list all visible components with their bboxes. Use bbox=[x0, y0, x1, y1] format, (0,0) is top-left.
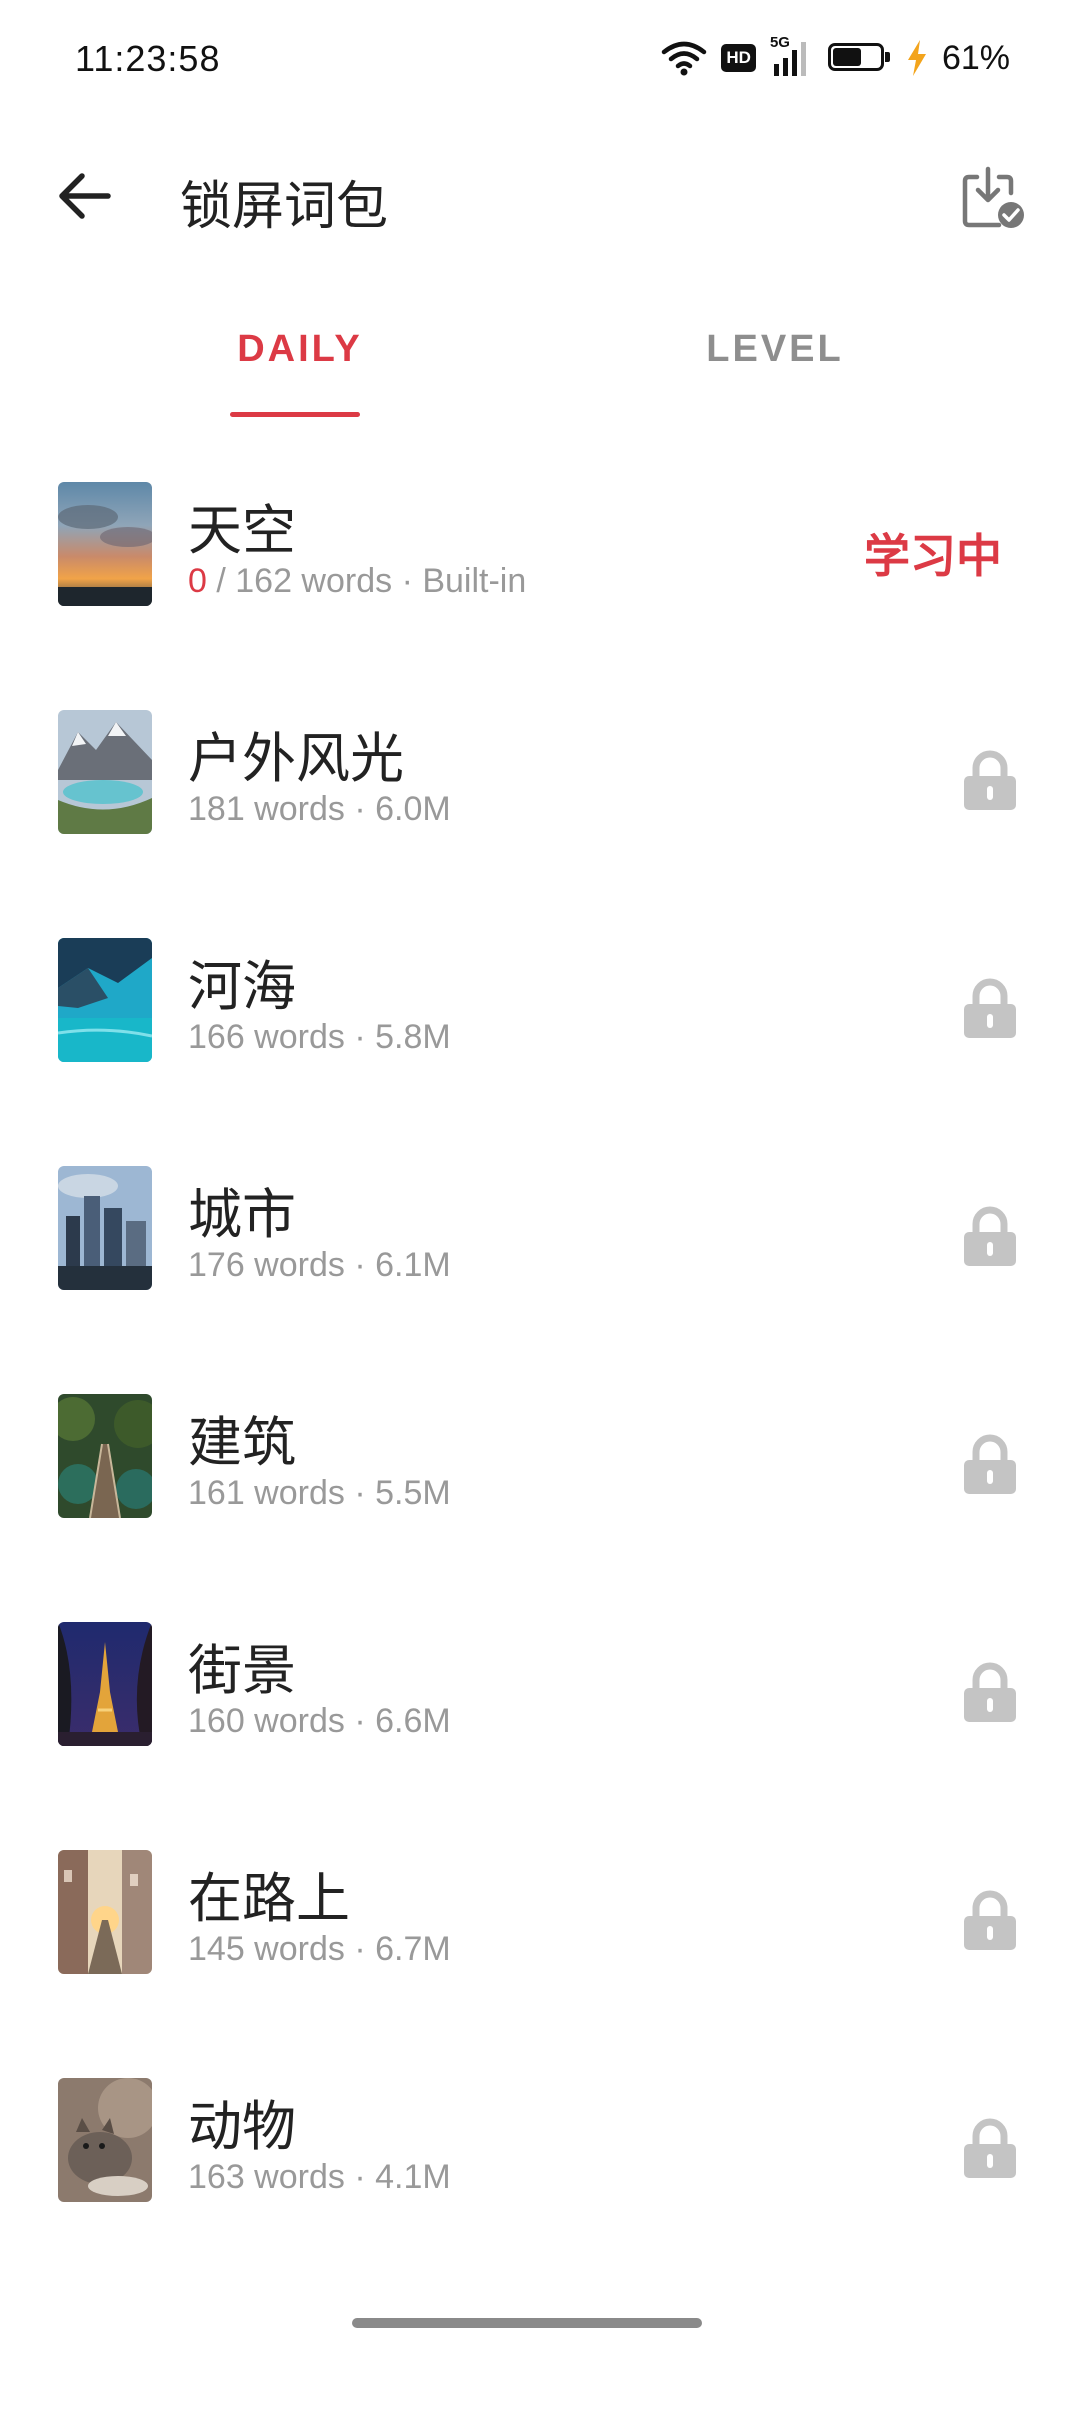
pack-thumbnail bbox=[58, 1166, 152, 1290]
pack-subtitle: 163 words · 4.1M bbox=[188, 2158, 451, 2196]
pack-title: 建筑 bbox=[188, 1411, 296, 1474]
lock-icon bbox=[964, 1662, 1016, 1722]
pack-subtitle: 0 / 162 words · Built-in bbox=[188, 562, 526, 601]
list-item-rivers-seas[interactable]: 河海 166 words · 5.8M bbox=[0, 912, 1080, 1140]
wifi-icon bbox=[662, 41, 707, 76]
hd-icon: HD bbox=[721, 44, 756, 72]
pack-title: 动物 bbox=[188, 2095, 296, 2158]
list-item-animals[interactable]: 动物 163 words · 4.1M bbox=[0, 2052, 1080, 2280]
learning-status: 学习中 bbox=[864, 529, 1002, 583]
list-item-street-view[interactable]: 街景 160 words · 6.6M bbox=[0, 1596, 1080, 1824]
status-bar: 11:23:58 HD 5G 61% bbox=[0, 0, 1080, 120]
status-time: 11:23:58 bbox=[75, 38, 221, 79]
list-item-outdoor[interactable]: 户外风光 181 words · 6.0M bbox=[0, 684, 1080, 912]
pack-thumbnail bbox=[58, 2078, 152, 2202]
battery-percent: 61% bbox=[941, 38, 1010, 77]
pack-thumbnail bbox=[58, 1622, 152, 1746]
pack-thumbnail bbox=[58, 1394, 152, 1518]
active-tab-indicator bbox=[230, 412, 360, 417]
status-icons: HD 5G 61% bbox=[661, 34, 1010, 80]
pack-title: 河海 bbox=[188, 955, 296, 1018]
charging-bolt-icon bbox=[907, 40, 926, 76]
app-header: 锁屏词包 bbox=[0, 140, 1080, 260]
list-item-architecture[interactable]: 建筑 161 words · 5.5M bbox=[0, 1368, 1080, 1596]
pack-title: 城市 bbox=[188, 1183, 296, 1246]
signal-5g-icon: 5G bbox=[770, 34, 814, 78]
pack-thumbnail bbox=[58, 710, 152, 834]
pack-title: 街景 bbox=[188, 1639, 296, 1702]
arrow-left-icon bbox=[59, 173, 111, 219]
download-check-icon bbox=[962, 166, 1024, 228]
pack-thumbnail bbox=[58, 1850, 152, 1974]
lock-icon bbox=[964, 2118, 1016, 2178]
pack-subtitle: 181 words · 6.0M bbox=[188, 790, 451, 828]
lock-icon bbox=[964, 750, 1016, 810]
list-item-sky[interactable]: 天空 0 / 162 words · Built-in 学习中 bbox=[0, 456, 1080, 684]
tab-bar: DAILY LEVEL bbox=[0, 300, 1080, 430]
list-item-on-the-road[interactable]: 在路上 145 words · 6.7M bbox=[0, 1824, 1080, 2052]
page-title: 锁屏词包 bbox=[180, 177, 389, 237]
lock-icon bbox=[964, 1206, 1016, 1266]
lock-icon bbox=[964, 978, 1016, 1038]
tab-level[interactable]: LEVEL bbox=[465, 328, 1080, 371]
pack-thumbnail bbox=[58, 482, 152, 606]
pack-subtitle-rest: / 162 words · Built-in bbox=[206, 562, 527, 600]
back-button[interactable] bbox=[48, 160, 120, 232]
pack-title: 天空 bbox=[188, 499, 296, 562]
downloaded-packs-button[interactable] bbox=[952, 158, 1032, 238]
pack-subtitle: 176 words · 6.1M bbox=[188, 1246, 451, 1284]
pack-subtitle: 160 words · 6.6M bbox=[188, 1702, 451, 1740]
pack-title: 户外风光 bbox=[188, 727, 404, 790]
list-item-city[interactable]: 城市 176 words · 6.1M bbox=[0, 1140, 1080, 1368]
pack-subtitle: 166 words · 5.8M bbox=[188, 1018, 451, 1056]
battery-icon bbox=[827, 43, 892, 73]
pack-subtitle: 145 words · 6.7M bbox=[188, 1930, 451, 1968]
pack-thumbnail bbox=[58, 938, 152, 1062]
learned-count: 0 bbox=[188, 562, 207, 600]
home-indicator[interactable] bbox=[352, 2318, 702, 2328]
pack-title: 在路上 bbox=[188, 1867, 350, 1930]
pack-subtitle: 161 words · 5.5M bbox=[188, 1474, 451, 1512]
lock-icon bbox=[964, 1434, 1016, 1494]
lock-icon bbox=[964, 1890, 1016, 1950]
